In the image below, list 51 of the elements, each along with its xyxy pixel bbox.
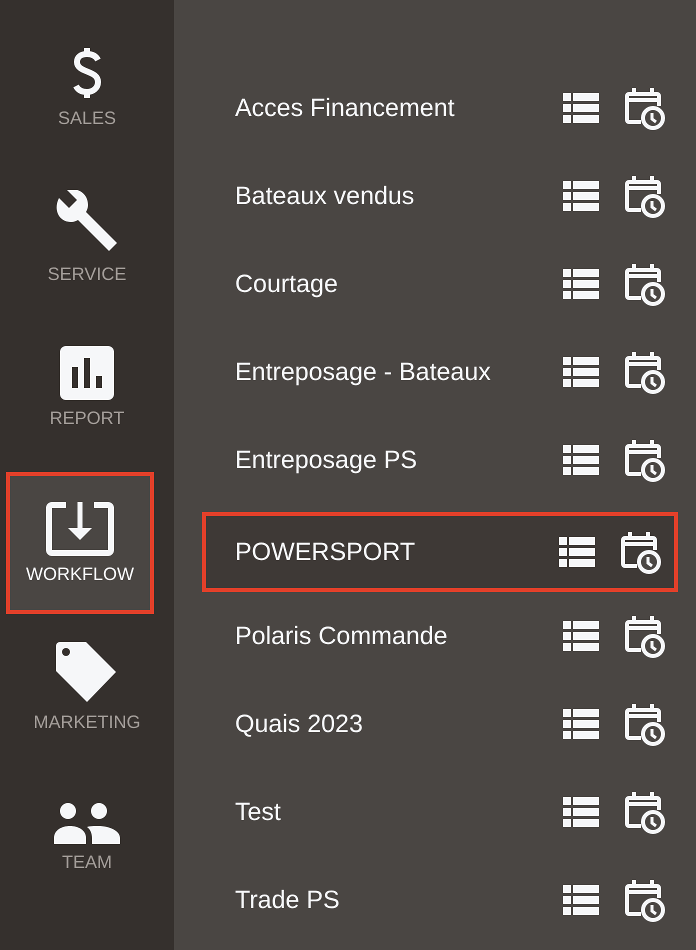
workflow-row[interactable]: Quais 2023 bbox=[202, 680, 684, 768]
people-icon bbox=[54, 802, 120, 844]
tag-icon bbox=[56, 642, 118, 704]
dollar-icon bbox=[72, 46, 102, 100]
list-icon[interactable] bbox=[563, 357, 599, 387]
list-icon[interactable] bbox=[563, 621, 599, 651]
calendar-clock-icon[interactable] bbox=[625, 438, 665, 482]
calendar-clock-icon[interactable] bbox=[621, 530, 661, 574]
list-icon[interactable] bbox=[563, 797, 599, 827]
calendar-clock-icon[interactable] bbox=[625, 262, 665, 306]
workflow-name: Bateaux vendus bbox=[235, 182, 416, 210]
nav-item[interactable]: REPORT bbox=[0, 312, 174, 462]
workflow-name: Test bbox=[235, 798, 282, 826]
list-icon[interactable] bbox=[563, 709, 599, 739]
workflow-row[interactable]: Acces Financement bbox=[202, 64, 684, 152]
nav-item[interactable]: SALES bbox=[0, 12, 174, 162]
workflow-name: Courtage bbox=[235, 270, 339, 298]
nav-item[interactable]: WORKFLOW bbox=[6, 472, 154, 614]
workflow-row[interactable]: POWERSPORT bbox=[202, 512, 678, 592]
calendar-clock-icon[interactable] bbox=[625, 86, 665, 130]
calendar-clock-icon[interactable] bbox=[625, 614, 665, 658]
list-icon[interactable] bbox=[563, 885, 599, 915]
workflow-row[interactable]: Polaris Commande bbox=[202, 592, 684, 680]
list-icon[interactable] bbox=[559, 537, 595, 567]
calendar-clock-icon[interactable] bbox=[625, 790, 665, 834]
nav-item[interactable]: MARKETING bbox=[0, 612, 174, 762]
download-tray-icon bbox=[46, 502, 114, 556]
workflow-row[interactable]: Bateaux vendus bbox=[202, 152, 684, 240]
list-icon[interactable] bbox=[563, 181, 599, 211]
workflow-row[interactable]: Entreposage - Bateaux bbox=[202, 328, 684, 416]
workflow-name: Quais 2023 bbox=[235, 710, 364, 738]
calendar-clock-icon[interactable] bbox=[625, 878, 665, 922]
list-icon[interactable] bbox=[563, 445, 599, 475]
workflow-name: Trade PS bbox=[235, 886, 341, 914]
workflow-name: Entreposage - Bateaux bbox=[235, 358, 492, 386]
calendar-clock-icon[interactable] bbox=[625, 350, 665, 394]
calendar-clock-icon[interactable] bbox=[625, 702, 665, 746]
workflow-row[interactable]: Test bbox=[202, 768, 684, 856]
workflow-name: POWERSPORT bbox=[235, 538, 416, 566]
calendar-clock-icon[interactable] bbox=[625, 174, 665, 218]
workflow-row[interactable]: Entreposage PS bbox=[202, 416, 684, 504]
bar-chart-icon bbox=[60, 346, 114, 400]
nav-item[interactable]: SERVICE bbox=[0, 162, 174, 312]
workflow-name: Entreposage PS bbox=[235, 446, 418, 474]
list-icon[interactable] bbox=[563, 269, 599, 299]
workflow-row[interactable]: Trade PS bbox=[202, 856, 684, 944]
workflow-row[interactable]: Courtage bbox=[202, 240, 684, 328]
workflow-name: Polaris Commande bbox=[235, 622, 449, 650]
nav-item[interactable]: TEAM bbox=[0, 762, 174, 912]
workflow-name: Acces Financement bbox=[235, 94, 456, 122]
list-icon[interactable] bbox=[563, 93, 599, 123]
